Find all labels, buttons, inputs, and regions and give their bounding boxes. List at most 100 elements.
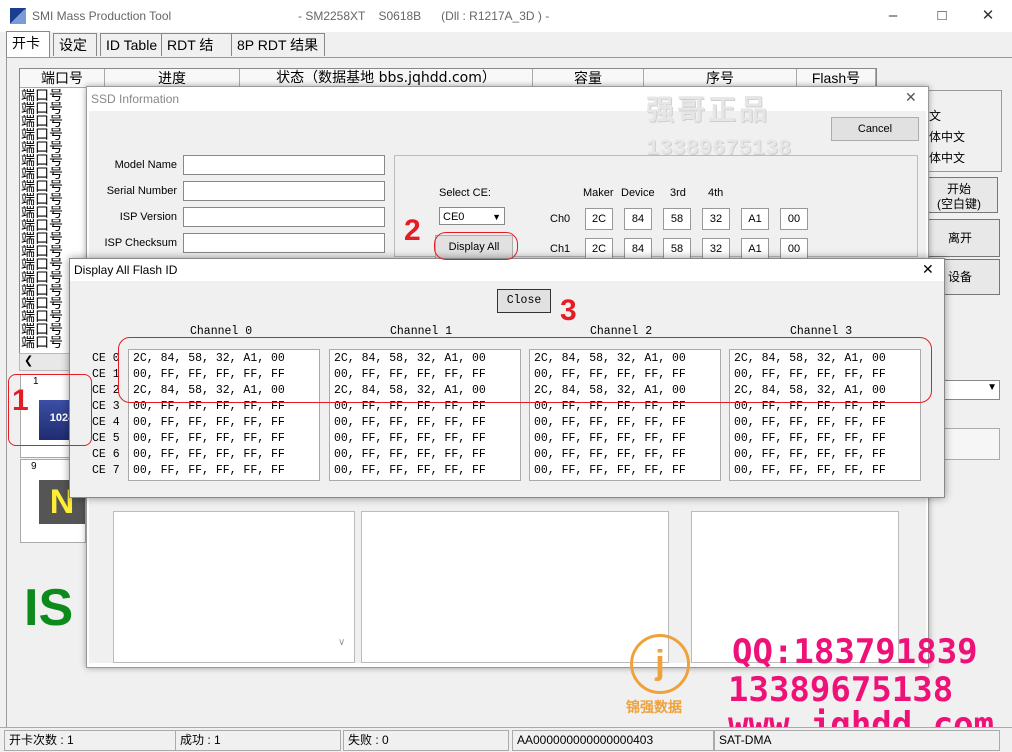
flash-id-line: 00, FF, FF, FF, FF, FF: [734, 432, 886, 445]
id-header-4th: 4th: [708, 187, 724, 199]
port-row[interactable]: 端口号: [21, 115, 85, 128]
ce-label: CE 5: [92, 432, 120, 445]
annotation-number: 1: [12, 384, 29, 417]
status-fail: 失败 : 0: [343, 730, 509, 751]
ssd-close-icon[interactable]: ✕: [905, 89, 917, 106]
port-row[interactable]: 端口号: [21, 89, 85, 102]
flash-id-line: 00, FF, FF, FF, FF, FF: [133, 432, 285, 445]
ch1-id-cell: 00: [780, 238, 808, 260]
language-option[interactable]: 体中文: [929, 149, 965, 166]
language-option[interactable]: 体中文: [929, 128, 965, 145]
brand-name: 锦强数据: [626, 699, 682, 715]
tab-open-card[interactable]: 开卡: [6, 31, 50, 57]
watermark-stamp: 强哥正品: [646, 94, 771, 125]
dialog-close-icon[interactable]: ✕: [922, 261, 934, 278]
select-ce-label: Select CE:: [439, 187, 491, 199]
port-row[interactable]: 端口号: [21, 154, 85, 167]
isp-version-field[interactable]: [183, 207, 385, 227]
start-button[interactable]: 开始 (空白键): [920, 177, 998, 213]
isp-checksum-field[interactable]: [183, 233, 385, 253]
right-panel-box: [940, 428, 1000, 460]
ce-label: CE 2: [92, 384, 120, 397]
flash-id-line: 00, FF, FF, FF, FF, FF: [734, 416, 886, 429]
chevron-down-icon[interactable]: ▼: [492, 208, 501, 226]
window-title: SMI Mass Production Tool: [32, 9, 172, 23]
flash-id-line: 00, FF, FF, FF, FF, FF: [334, 416, 486, 429]
annotation-box-flash-ids: [118, 337, 932, 403]
close-window-icon[interactable]: ✕: [978, 6, 998, 26]
slot-number: 9: [31, 461, 37, 472]
flash-id-line: 00, FF, FF, FF, FF, FF: [534, 448, 686, 461]
tab-8p-rdt-result[interactable]: 8P RDT 结果: [231, 33, 325, 56]
port-row[interactable]: 端口号: [21, 193, 85, 206]
serial-number-field[interactable]: [183, 181, 385, 201]
language-group: 语 文 体中文 体中文: [905, 85, 1002, 172]
ch1-id-cell: A1: [741, 238, 769, 260]
flash-id-line: 00, FF, FF, FF, FF, FF: [133, 416, 285, 429]
ce-select-value: CE0: [443, 211, 465, 223]
scroll-down-icon[interactable]: ∨: [338, 637, 345, 648]
right-dropdown[interactable]: ▼: [940, 380, 1000, 400]
model-name-field[interactable]: [183, 155, 385, 175]
dialog-title: Display All Flash ID: [74, 263, 178, 277]
flash-id-line: 00, FF, FF, FF, FF, FF: [133, 448, 285, 461]
ce-label: CE 0: [92, 352, 120, 365]
status-count: 开卡次数 : 1: [4, 730, 176, 751]
annotation-box-display-all: [434, 232, 518, 260]
ch1-id-cell: 58: [663, 238, 691, 260]
dialog-title-bar: Display All Flash ID ✕: [70, 259, 944, 281]
id-header-maker: Maker: [583, 187, 614, 199]
ch0-id-cell: 32: [702, 208, 730, 230]
flash-id-line: 00, FF, FF, FF, FF, FF: [334, 432, 486, 445]
id-header-3rd: 3rd: [670, 187, 686, 199]
ch0-id-cell: 00: [780, 208, 808, 230]
tab-id-table[interactable]: ID Table: [100, 33, 164, 56]
watermark-phone: 13389675138: [728, 670, 954, 710]
flash-id-line: 00, FF, FF, FF, FF, FF: [534, 464, 686, 477]
ce-label: CE 1: [92, 368, 120, 381]
maximize-icon[interactable]: □: [932, 6, 952, 26]
ch1-id-cell: 2C: [585, 238, 613, 260]
ce-label: CE 4: [92, 416, 120, 429]
flash-id-line: 00, FF, FF, FF, FF, FF: [534, 432, 686, 445]
flash-id-line: 00, FF, FF, FF, FF, FF: [734, 464, 886, 477]
ch0-id-cell: 58: [663, 208, 691, 230]
lower-list-box: [113, 511, 355, 663]
ce-label: CE 7: [92, 464, 120, 477]
tab-rdt-result[interactable]: RDT 结果: [161, 33, 233, 75]
ch1-label: Ch1: [550, 243, 571, 255]
flash-id-line: 00, FF, FF, FF, FF, FF: [334, 464, 486, 477]
ch0-id-cell: 2C: [585, 208, 613, 230]
port-row[interactable]: 端口号: [21, 245, 85, 258]
ce-select[interactable]: CE0 ▼: [439, 207, 505, 225]
scroll-left-icon[interactable]: ❮: [24, 354, 33, 367]
watermark-qq: QQ:183791839: [732, 632, 978, 672]
port-row[interactable]: 端口号: [21, 219, 85, 232]
annotation-number: 2: [404, 214, 421, 247]
id-header-device: Device: [621, 187, 655, 199]
annotation-number: 3: [560, 294, 577, 327]
port-row[interactable]: 端口号: [21, 180, 85, 193]
port-row[interactable]: 端口号: [21, 128, 85, 141]
leave-button[interactable]: 离开: [920, 219, 1000, 257]
app-icon: [10, 8, 26, 24]
field-label: Model Name: [114, 159, 177, 171]
chevron-down-icon[interactable]: ▼: [987, 382, 997, 393]
big-status-text: IS: [24, 579, 74, 637]
status-bar: 开卡次数 : 1 成功 : 1 失败 : 0 AA000000000000000…: [0, 727, 1012, 752]
port-row[interactable]: 端口号: [21, 102, 85, 115]
status-success: 成功 : 1: [175, 730, 341, 751]
title-bar: SMI Mass Production Tool - SM2258XT S061…: [0, 0, 1012, 32]
port-row[interactable]: 端口号: [21, 206, 85, 219]
brand-logo-icon: j: [630, 634, 690, 694]
status-serial: AA000000000000000403: [512, 730, 714, 751]
language-option[interactable]: 文: [929, 107, 941, 124]
cancel-button[interactable]: Cancel: [831, 117, 919, 141]
port-row[interactable]: 端口号: [21, 141, 85, 154]
minimize-icon[interactable]: –: [883, 6, 903, 26]
ch1-id-cell: 84: [624, 238, 652, 260]
close-button[interactable]: Close: [497, 289, 551, 313]
port-row[interactable]: 端口号: [21, 167, 85, 180]
port-row[interactable]: 端口号: [21, 232, 85, 245]
tab-settings[interactable]: 设定: [53, 33, 97, 56]
